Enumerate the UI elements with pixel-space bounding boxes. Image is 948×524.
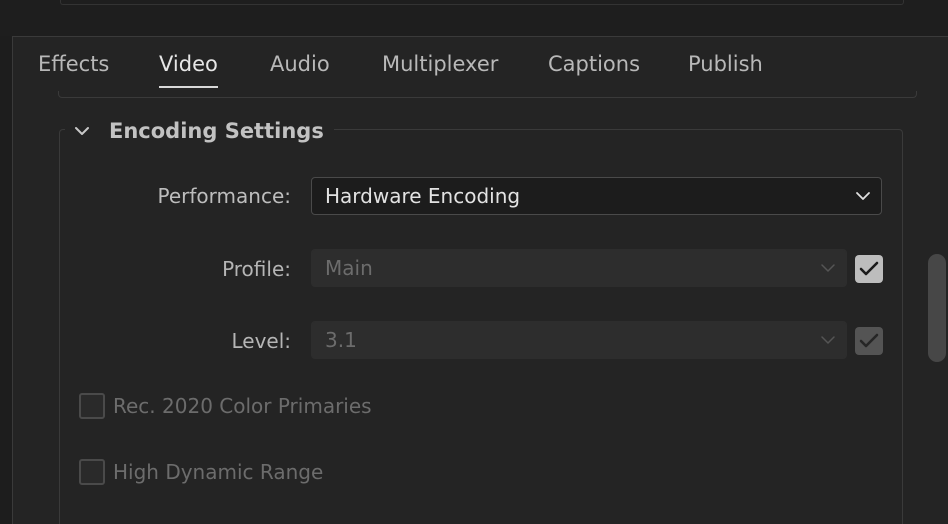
- top-strip: [0, 0, 948, 36]
- tab-captions-label: Captions: [548, 52, 641, 76]
- chevron-down-icon: [821, 336, 835, 344]
- hdr-label: High Dynamic Range: [113, 460, 324, 484]
- performance-value: Hardware Encoding: [325, 184, 521, 208]
- encoding-settings-title: Encoding Settings: [109, 119, 324, 143]
- top-strip-frame: [60, 0, 904, 5]
- hdr-checkbox[interactable]: [79, 459, 105, 485]
- profile-dropdown[interactable]: Main: [311, 249, 847, 287]
- chevron-down-icon: [75, 127, 89, 135]
- tab-captions[interactable]: Captions: [548, 52, 640, 76]
- tab-publish-label: Publish: [688, 52, 763, 76]
- rec2020-label: Rec. 2020 Color Primaries: [113, 394, 372, 418]
- rec2020-checkbox[interactable]: [79, 393, 105, 419]
- tab-multiplexer[interactable]: Multiplexer: [382, 52, 498, 76]
- tab-audio[interactable]: Audio: [270, 52, 330, 76]
- checkmark-icon: [859, 333, 879, 348]
- level-value: 3.1: [325, 328, 357, 352]
- tab-effects[interactable]: Effects: [38, 52, 109, 76]
- hdr-option[interactable]: High Dynamic Range: [79, 459, 323, 485]
- previous-section-frame: [58, 91, 917, 98]
- chevron-down-icon: [821, 264, 835, 272]
- level-checkbox[interactable]: [855, 327, 883, 355]
- tab-audio-label: Audio: [270, 52, 330, 76]
- profile-label: Profile:: [222, 257, 291, 281]
- level-label: Level:: [231, 329, 291, 353]
- profile-checkbox[interactable]: [855, 255, 883, 283]
- tab-bar: Effects Video Audio Multiplexer Captions…: [13, 37, 948, 90]
- export-settings-window: Effects Video Audio Multiplexer Captions…: [0, 0, 948, 524]
- settings-panel: Effects Video Audio Multiplexer Captions…: [12, 36, 948, 524]
- tab-video[interactable]: Video: [159, 52, 218, 88]
- level-dropdown[interactable]: 3.1: [311, 321, 847, 359]
- rec2020-option[interactable]: Rec. 2020 Color Primaries: [79, 393, 372, 419]
- performance-dropdown[interactable]: Hardware Encoding: [311, 177, 882, 215]
- profile-value: Main: [325, 256, 373, 280]
- tab-multiplexer-label: Multiplexer: [382, 52, 499, 76]
- vertical-scrollbar-thumb[interactable]: [928, 254, 946, 362]
- chevron-down-icon: [856, 192, 870, 200]
- tab-effects-label: Effects: [38, 52, 110, 76]
- encoding-settings-header[interactable]: Encoding Settings: [65, 117, 334, 145]
- tab-publish[interactable]: Publish: [688, 52, 763, 76]
- active-tab-indicator: [159, 86, 218, 88]
- performance-label: Performance:: [157, 184, 291, 208]
- tab-video-label: Video: [159, 52, 218, 76]
- checkmark-icon: [859, 261, 879, 276]
